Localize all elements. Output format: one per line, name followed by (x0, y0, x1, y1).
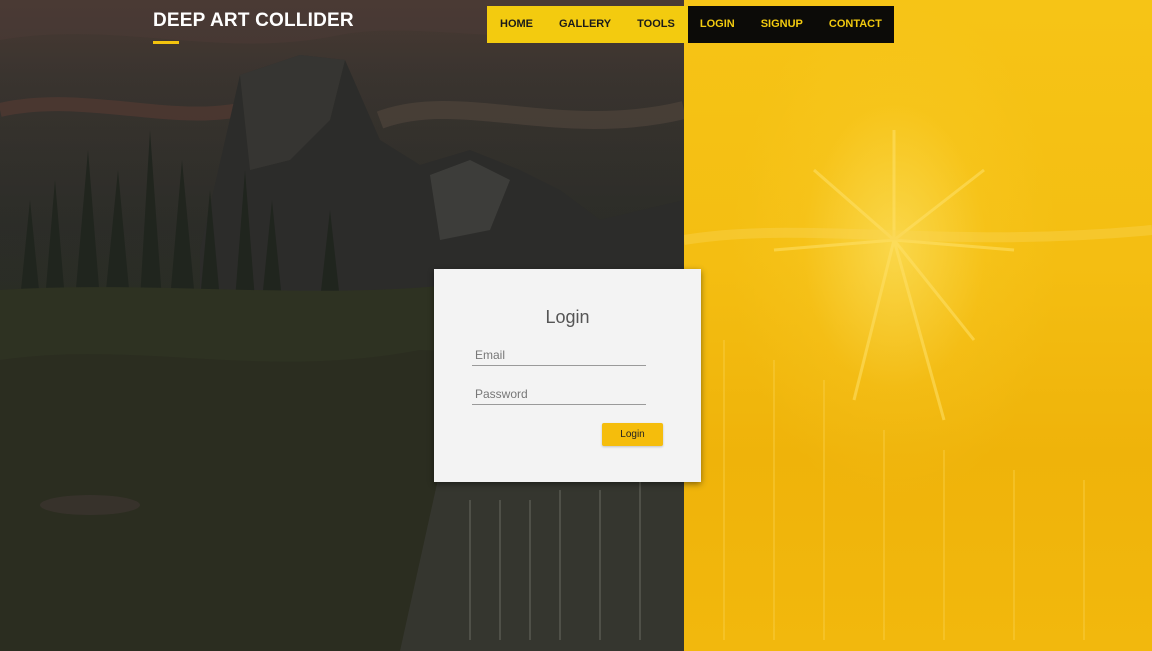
sunburst-illustration (684, 130, 1152, 640)
email-field[interactable] (472, 345, 646, 366)
main-navigation: HOME GALLERY TOOLS LOGIN SIGNUP CONTACT (487, 6, 894, 43)
login-button[interactable]: Login (602, 423, 663, 446)
nav-contact[interactable]: CONTACT (829, 6, 882, 43)
nav-home[interactable]: HOME (500, 6, 533, 43)
brand-underline (153, 41, 179, 44)
nav-login[interactable]: LOGIN (700, 6, 735, 43)
login-card: Login Login (434, 269, 701, 482)
nav-signup[interactable]: SIGNUP (761, 6, 803, 43)
nav-tools[interactable]: TOOLS (637, 6, 675, 43)
nav-primary-group: HOME GALLERY TOOLS (487, 6, 688, 43)
nav-secondary-group: LOGIN SIGNUP CONTACT (687, 6, 894, 43)
site-brand-title[interactable]: DEEP ART COLLIDER (153, 10, 354, 32)
background-yellow-landscape (684, 0, 1152, 651)
login-title: Login (545, 307, 590, 327)
password-field[interactable] (472, 384, 646, 405)
nav-gallery[interactable]: GALLERY (559, 6, 611, 43)
